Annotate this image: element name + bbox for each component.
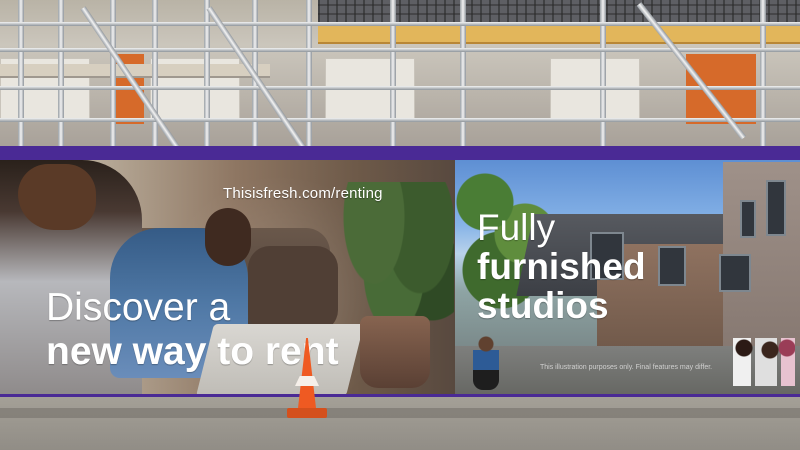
traffic-cone-base: [287, 408, 327, 418]
building-wrap-panel: [550, 58, 640, 122]
traffic-cone: [287, 338, 327, 426]
building-wrap-panel: [325, 58, 415, 122]
left-headline-line-1: Discover a: [46, 286, 231, 329]
scaffold-rail: [0, 118, 800, 122]
cyclist: [473, 336, 499, 390]
pavement: [0, 397, 800, 450]
right-headline-line-2: furnished: [477, 246, 646, 287]
plant-pot: [360, 316, 430, 388]
small-print: This illustration purposes only. Final f…: [540, 364, 713, 371]
hoarding-banner: Thisisfresh.com/renting Discover a new w…: [0, 146, 800, 416]
banner-website-text: Thisisfresh.com/renting: [223, 185, 383, 202]
pedestrians: [733, 338, 795, 386]
person-left-face: [18, 164, 96, 230]
right-headline-line-1: Fully: [477, 207, 556, 248]
scaffold-rail: [0, 22, 800, 26]
window: [719, 254, 751, 292]
traffic-cone-stripe: [295, 376, 319, 386]
window: [740, 200, 756, 238]
traffic-cone-body: [298, 338, 316, 408]
banner-top-border: [0, 146, 800, 160]
right-headline-line-3: studios: [477, 285, 609, 326]
window: [766, 180, 786, 236]
window: [658, 246, 686, 286]
scaffold-deck: [0, 64, 270, 78]
person-middle-head: [205, 208, 251, 266]
street-scene: Thisisfresh.com/renting Discover a new w…: [0, 0, 800, 450]
curb: [0, 408, 800, 418]
right-headline: Fully furnished studios: [477, 208, 646, 325]
scaffold-rail: [0, 86, 800, 90]
